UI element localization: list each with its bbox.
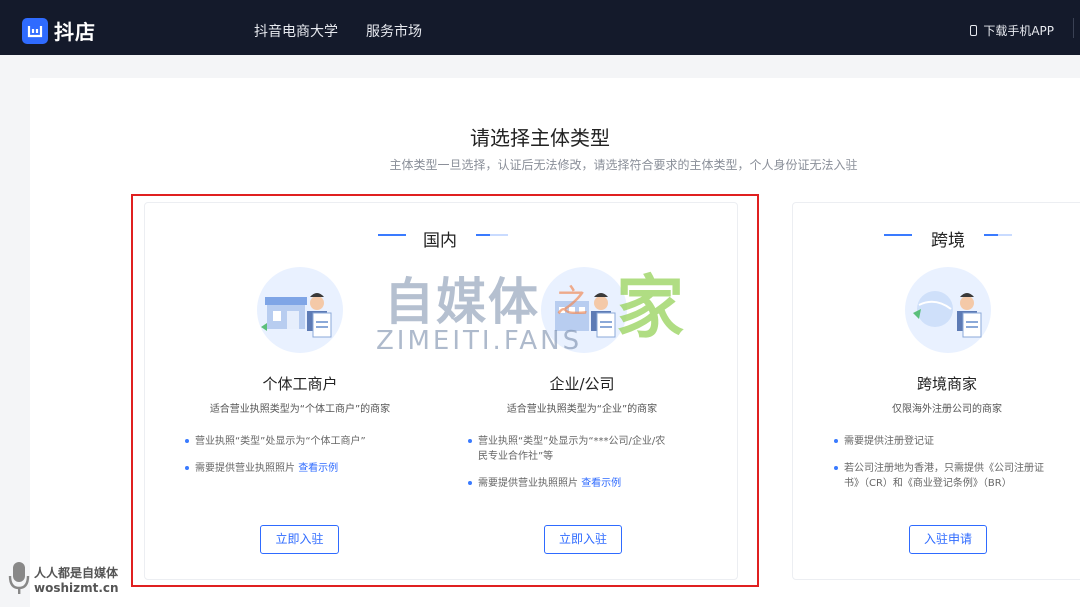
top-navbar: 抖店 抖音电商大学 服务市场 下载手机APP [0, 0, 1080, 55]
watermark-text: woshizmt.cn [34, 581, 119, 595]
page-subtitle: 主体类型一旦选择，认证后无法修改，请选择符合要求的主体类型，个人身份证无法入驻 [389, 158, 858, 172]
title-dash-left [884, 234, 912, 236]
cross-border-merchant-desc: 仅限海外注册公司的商家 [892, 404, 1002, 415]
highlight-box [131, 194, 759, 587]
list-item: 若公司注册地为香港，只需提供《公司注册证 [834, 461, 1074, 476]
download-app-label: 下载手机APP [983, 24, 1054, 38]
nav-link-service-market[interactable]: 服务市场 [366, 21, 422, 41]
download-app-link[interactable]: 下载手机APP [970, 22, 1054, 39]
title-dash-right [984, 234, 998, 236]
logo-text: 抖店 [54, 20, 96, 44]
cross-border-section-title: 跨境 [931, 231, 965, 251]
divider [1073, 18, 1074, 38]
list-item-continued: 书》（CR）和《商业登记条例》（BR） [844, 478, 1012, 489]
page-title: 请选择主体类型 [470, 126, 610, 150]
apply-button-cross-border[interactable]: 入驻申请 [909, 525, 987, 554]
corner-watermark: 人人都是自媒体 woshizmt.cn [6, 558, 136, 602]
logo[interactable]: 抖店 [22, 16, 96, 45]
list-item: 需要提供注册登记证 [834, 434, 1074, 449]
bullet-icon [834, 439, 838, 443]
microphone-icon [8, 562, 30, 594]
cross-border-merchant-name: 跨境商家 [916, 375, 977, 393]
doudian-logo-icon [22, 17, 48, 44]
nav-link-university[interactable]: 抖音电商大学 [254, 21, 338, 41]
title-dash-right-fade [998, 234, 1012, 236]
watermark-text: 人人都是自媒体 [34, 566, 119, 580]
phone-icon [970, 25, 978, 36]
bullet-icon [834, 466, 838, 470]
cross-border-illustration [905, 267, 991, 353]
